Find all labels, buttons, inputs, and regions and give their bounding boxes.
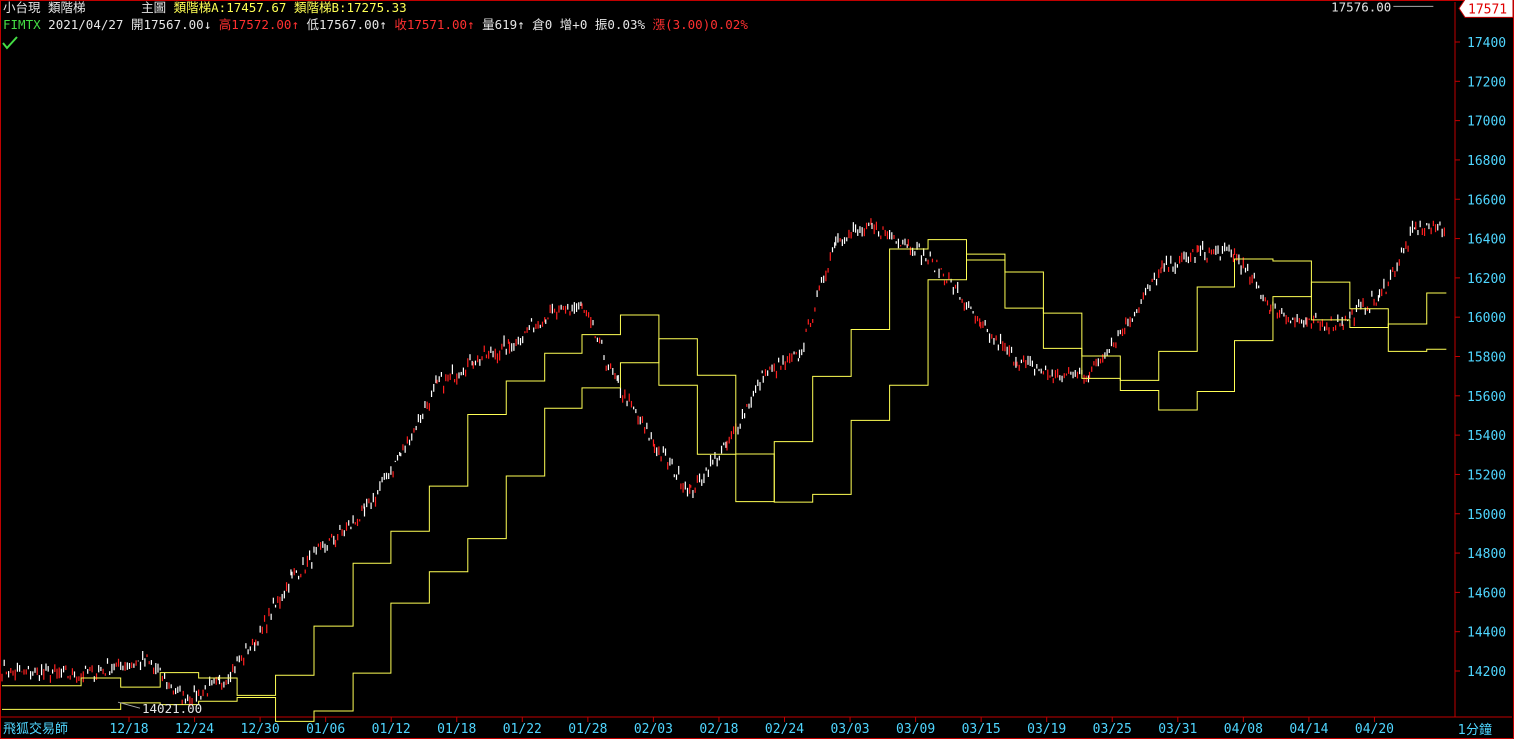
candles [1, 218, 1445, 707]
x-tick-label: 12/30 [241, 722, 280, 737]
x-tick-label: 04/20 [1355, 722, 1394, 737]
ladder-b-line [2, 253, 1447, 722]
last-price-label: 17571 [1468, 2, 1507, 17]
x-tick-label: 02/24 [765, 722, 804, 737]
time-unit-label[interactable]: 1分鐘 [1458, 719, 1492, 738]
y-tick-label: 17000 [1467, 115, 1506, 130]
y-tick-label: 16400 [1467, 233, 1506, 248]
x-tick-label: 02/18 [699, 722, 738, 737]
x-tick-label: 03/31 [1158, 722, 1197, 737]
y-tick-label: 16600 [1467, 193, 1506, 208]
x-tick-label: 04/08 [1224, 722, 1263, 737]
y-tick-label: 14800 [1467, 547, 1506, 562]
y-tick-label: 14600 [1467, 586, 1506, 601]
y-tick-label: 16800 [1467, 154, 1506, 169]
y-tick-label: 17400 [1467, 36, 1506, 51]
y-tick-label: 14400 [1467, 626, 1506, 641]
x-tick-label: 01/28 [568, 722, 607, 737]
y-tick-label: 16200 [1467, 272, 1506, 287]
x-tick-label: 01/06 [306, 722, 345, 737]
x-tick-label: 03/19 [1027, 722, 1066, 737]
x-tick-label: 04/14 [1289, 722, 1328, 737]
y-tick-label: 15200 [1467, 468, 1506, 483]
ladder-a-line [2, 239, 1447, 696]
x-tick-label: 01/22 [503, 722, 542, 737]
x-tick-label: 03/15 [962, 722, 1001, 737]
x-tick-label: 02/03 [634, 722, 673, 737]
x-tick-label: 03/03 [830, 722, 869, 737]
x-tick-label: 01/18 [437, 722, 476, 737]
y-tick-label: 15000 [1467, 508, 1506, 523]
x-tick-label: 12/18 [109, 722, 148, 737]
min-price-label: 14021.00 [142, 701, 202, 716]
y-tick-label: 15400 [1467, 429, 1506, 444]
x-tick-label: 01/12 [372, 722, 411, 737]
y-tick-label: 17200 [1467, 75, 1506, 90]
max-price-label: 17576.00 [1331, 0, 1391, 14]
y-tick-label: 15800 [1467, 351, 1506, 366]
y-tick-label: 14200 [1467, 665, 1506, 680]
x-tick-label: 03/25 [1093, 722, 1132, 737]
x-tick-label: 03/09 [896, 722, 935, 737]
branding-label: 飛狐交易師 [3, 721, 68, 737]
price-chart[interactable]: 14200 14400 14600 14800 15000 15200 15400 15600… [0, 0, 1514, 739]
y-tick-label: 16000 [1467, 311, 1506, 326]
x-tick-label: 12/24 [175, 722, 214, 737]
y-tick-label: 15600 [1467, 390, 1506, 405]
